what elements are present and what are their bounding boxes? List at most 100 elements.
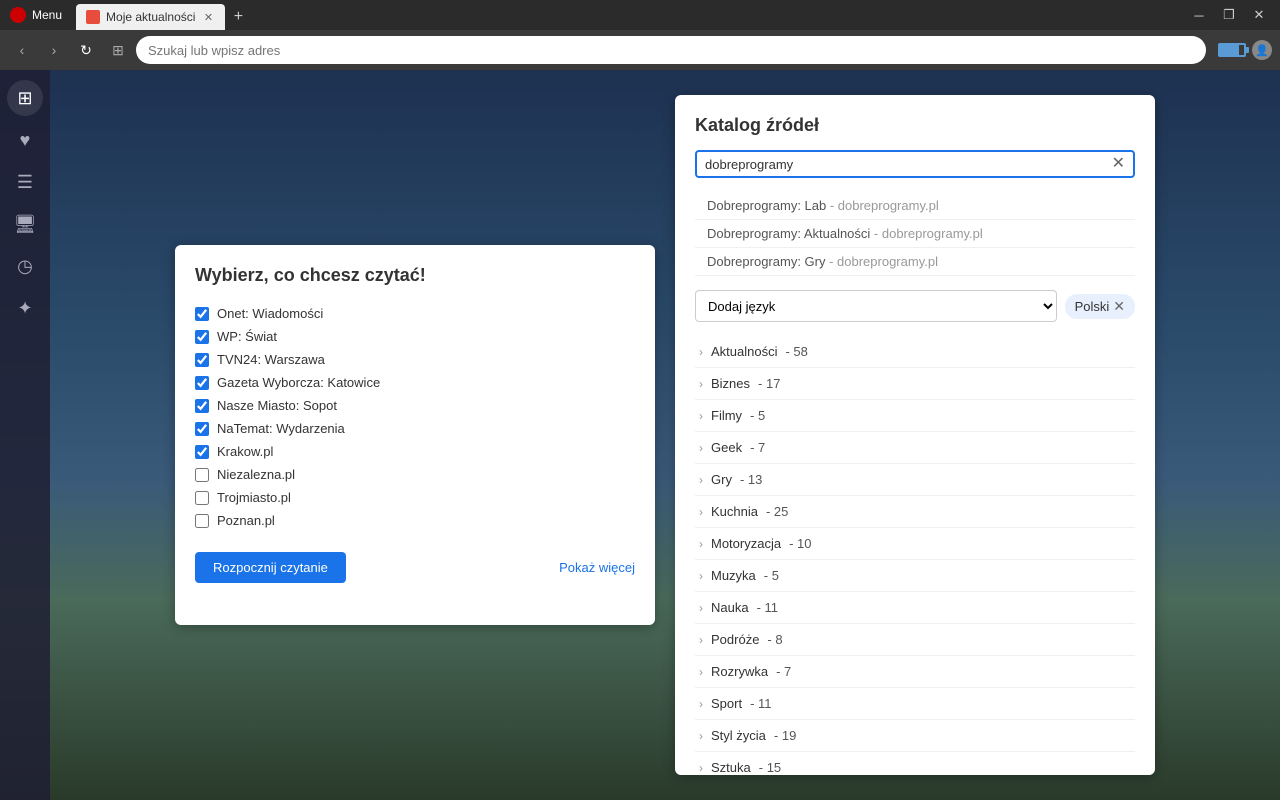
left-panel-title: Wybierz, co chcesz czytać! xyxy=(195,265,635,286)
window-controls: ─ ❐ ✕ xyxy=(1178,4,1280,26)
category-item[interactable]: ›Aktualności - 58 xyxy=(695,336,1135,368)
category-item[interactable]: › Filmy - 5 xyxy=(695,400,1135,432)
search-clear-button[interactable]: ✕ xyxy=(1112,156,1125,172)
source-item: Poznan.pl xyxy=(195,509,635,532)
show-more-link[interactable]: Pokaż więcej xyxy=(559,560,635,575)
tab-close-button[interactable]: ✕ xyxy=(201,10,215,24)
tab-icon xyxy=(86,10,100,24)
sidebar-item-history[interactable]: ◷ xyxy=(7,248,43,284)
source-checkbox[interactable] xyxy=(195,330,209,344)
opera-logo-icon xyxy=(10,7,26,23)
source-checkbox[interactable] xyxy=(195,376,209,390)
chevron-right-icon: › xyxy=(699,505,703,519)
source-checkbox[interactable] xyxy=(195,491,209,505)
language-tag-close[interactable]: ✕ xyxy=(1113,298,1125,315)
source-label: TVN24: Warszawa xyxy=(217,352,325,367)
chevron-right-icon: › xyxy=(699,441,703,455)
source-checkbox[interactable] xyxy=(195,399,209,413)
category-label: Muzyka xyxy=(711,568,756,583)
new-tab-button[interactable]: + xyxy=(225,4,251,30)
chevron-right-icon: › xyxy=(699,409,703,423)
forward-button[interactable]: › xyxy=(40,36,68,64)
tabs-area: Moje aktualności ✕ + xyxy=(72,0,1178,30)
category-item[interactable]: ›Nauka - 11 xyxy=(695,592,1135,624)
minimize-button[interactable]: ─ xyxy=(1186,4,1212,26)
source-checkbox[interactable] xyxy=(195,514,209,528)
language-row: Dodaj język Polski ✕ xyxy=(695,290,1135,322)
category-label: Rozrywka xyxy=(711,664,768,679)
category-label: Filmy xyxy=(711,408,742,423)
chevron-right-icon: › xyxy=(699,569,703,583)
category-item[interactable]: ›Biznes - 17 xyxy=(695,368,1135,400)
source-item: TVN24: Warszawa xyxy=(195,348,635,371)
source-item: Krakow.pl xyxy=(195,440,635,463)
category-item[interactable]: ›Muzyka - 5 xyxy=(695,560,1135,592)
category-label: Kuchnia xyxy=(711,504,758,519)
categories-list: ›Aktualności - 58›Biznes - 17›Filmy - 5›… xyxy=(695,336,1135,775)
category-count: - 5 xyxy=(750,408,765,423)
category-count: - 19 xyxy=(774,728,796,743)
category-item[interactable]: ›Motoryzacja - 10 xyxy=(695,528,1135,560)
back-button[interactable]: ‹ xyxy=(8,36,36,64)
titlebar: Menu Moje aktualności ✕ + ─ ❐ ✕ xyxy=(0,0,1280,30)
chevron-right-icon: › xyxy=(699,665,703,679)
category-count: - 58 xyxy=(785,344,807,359)
category-item[interactable]: ›Sztuka - 15 xyxy=(695,752,1135,775)
battery-fill xyxy=(1220,45,1239,55)
sidebar-item-feed[interactable]: ☰ xyxy=(7,164,43,200)
source-item: Gazeta Wyborcza: Katowice xyxy=(195,371,635,394)
category-item[interactable]: ›Podróże - 8 xyxy=(695,624,1135,656)
source-label: Trojmiasto.pl xyxy=(217,490,291,505)
category-count: - 17 xyxy=(758,376,780,391)
language-tag: Polski ✕ xyxy=(1065,294,1135,319)
grid-button[interactable]: ⊞ xyxy=(104,36,132,64)
source-checkbox[interactable] xyxy=(195,445,209,459)
close-button[interactable]: ✕ xyxy=(1246,4,1272,26)
category-label: Styl życia xyxy=(711,728,766,743)
chevron-right-icon: › xyxy=(699,537,703,551)
sidebar-item-favorites[interactable]: ♥ xyxy=(7,122,43,158)
menu-button[interactable]: Menu xyxy=(0,7,72,23)
category-count: - 25 xyxy=(766,504,788,519)
category-count: - 11 xyxy=(750,696,771,711)
chevron-right-icon: › xyxy=(699,473,703,487)
chevron-right-icon: › xyxy=(699,697,703,711)
category-item[interactable]: ›Styl życia - 19 xyxy=(695,720,1135,752)
source-checkbox[interactable] xyxy=(195,422,209,436)
language-select[interactable]: Dodaj język xyxy=(695,290,1057,322)
user-avatar[interactable]: 👤 xyxy=(1252,40,1272,60)
panel-footer: Rozpocznij czytanie Pokaż więcej xyxy=(195,552,635,583)
menu-label: Menu xyxy=(32,8,62,22)
search-result-item[interactable]: Dobreprogramy: Lab - dobreprogramy.pl xyxy=(695,192,1135,220)
address-bar xyxy=(136,36,1206,64)
category-item[interactable]: ›Sport - 11 xyxy=(695,688,1135,720)
search-result-item[interactable]: Dobreprogramy: Aktualności - dobreprogra… xyxy=(695,220,1135,248)
category-item[interactable]: ›Rozrywka - 7 xyxy=(695,656,1135,688)
category-item[interactable]: ›Gry - 13 xyxy=(695,464,1135,496)
start-reading-button[interactable]: Rozpocznij czytanie xyxy=(195,552,346,583)
category-count: - 15 xyxy=(759,760,781,775)
active-tab[interactable]: Moje aktualności ✕ xyxy=(76,4,225,30)
sidebar: ⊞ ♥ ☰ 🖥 ◷ ✦ xyxy=(0,70,50,800)
source-checkbox[interactable] xyxy=(195,307,209,321)
address-input[interactable] xyxy=(148,43,1194,58)
restore-button[interactable]: ❐ xyxy=(1216,4,1242,26)
chevron-right-icon: › xyxy=(699,761,703,775)
sidebar-item-extensions[interactable]: ✦ xyxy=(7,290,43,326)
catalog-search-input[interactable] xyxy=(705,157,1104,172)
search-result-item[interactable]: Dobreprogramy: Gry - dobreprogramy.pl xyxy=(695,248,1135,276)
reload-button[interactable]: ↻ xyxy=(72,36,100,64)
source-label: NaTemat: Wydarzenia xyxy=(217,421,345,436)
category-item[interactable]: ›Geek - 7 xyxy=(695,432,1135,464)
source-checkbox[interactable] xyxy=(195,468,209,482)
category-item[interactable]: › Kuchnia - 25 xyxy=(695,496,1135,528)
chevron-right-icon: › xyxy=(699,601,703,615)
content-area: Wybierz, co chcesz czytać! Onet: Wiadomo… xyxy=(50,70,1280,800)
chevron-right-icon: › xyxy=(699,377,703,391)
source-label: Krakow.pl xyxy=(217,444,273,459)
source-checkbox[interactable] xyxy=(195,353,209,367)
category-label: Motoryzacja xyxy=(711,536,781,551)
sidebar-item-grid[interactable]: ⊞ xyxy=(7,80,43,116)
sidebar-item-snapshot[interactable]: 🖥 xyxy=(7,206,43,242)
right-panel[interactable]: Katalog źródeł ✕ Dobreprogramy: Lab - do… xyxy=(675,95,1155,775)
